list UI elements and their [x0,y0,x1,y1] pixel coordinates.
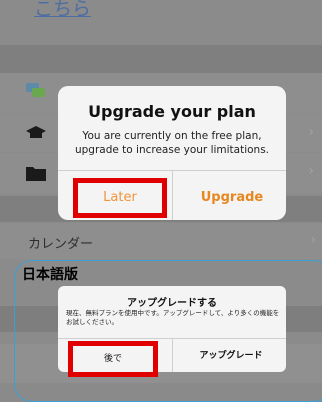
dialog-message: You are currently on the free plan, upgr… [74,130,270,156]
list-row-calendar[interactable]: カレンダー › [0,223,322,259]
upgrade-button[interactable]: Upgrade [178,178,286,218]
japanese-version-heading: 日本語版 [22,267,78,283]
upgrade-button[interactable]: アップグレード [176,341,286,372]
section-gap [0,45,322,73]
japanese-screen: 日本語版 アップグレードする 現在、無料プランを使用中です。アップグレードして、… [0,260,322,402]
calendar-label: カレンダー [28,237,94,252]
top-link[interactable]: こちら [34,0,91,21]
chevron-right-icon: › [310,232,316,248]
chat-icon [26,83,45,97]
dialog-title: アップグレードする [127,298,217,309]
later-button[interactable]: 後で [68,341,158,377]
upgrade-dialog-jp: アップグレードする 現在、無料プランを使用中です。アップグレードして、より多くの… [58,286,286,377]
graduation-cap-icon [26,126,46,138]
chevron-right-icon: › [308,124,314,140]
divider [172,170,173,220]
folder-icon [26,167,46,181]
chevron-right-icon: › [308,163,314,179]
later-button[interactable]: Later [73,178,167,218]
english-screen: こちら › › カレンダー › Upgrade your plan You ar… [0,0,322,260]
dialog-message: 現在、無料プランを使用中です。アップグレードして、より多くの機能をお試しください… [66,309,280,326]
upgrade-dialog-en: Upgrade your plan You are currently on t… [58,86,286,220]
dialog-title: Upgrade your plan [88,102,256,121]
divider [172,338,173,372]
